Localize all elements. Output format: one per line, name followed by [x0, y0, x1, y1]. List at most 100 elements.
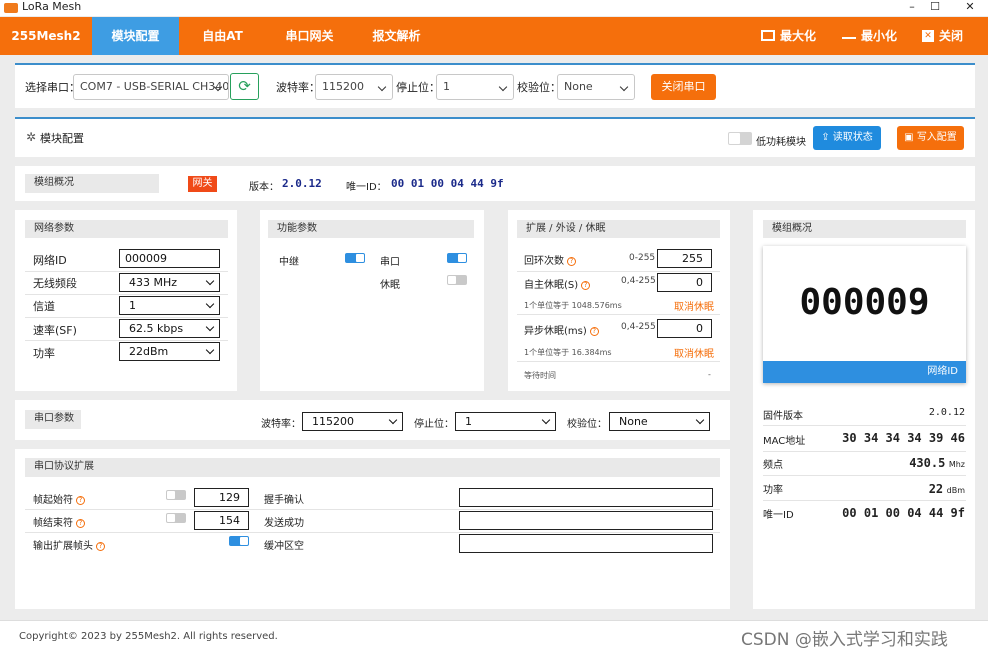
overview-strip: 模组概况 网关 版本： 2.0.12 唯一ID： 00 01 00 04 44 …	[15, 166, 975, 201]
network-id-big: 000009	[799, 282, 930, 323]
freq-unit: Mhz	[948, 460, 965, 469]
help-icon: ?	[581, 280, 591, 290]
band-select[interactable]: 433 MHz	[119, 273, 220, 292]
uart-stop-select[interactable]: 1	[455, 412, 556, 431]
frame-start-label: 帧起始符?	[33, 491, 85, 506]
uid-side-value: 00 01 00 04 44 9f	[842, 506, 965, 520]
auto-sleep-input[interactable]: 0	[657, 273, 712, 292]
help-icon: ?	[96, 541, 105, 551]
close-label: 关闭	[939, 29, 964, 43]
send-success-label: 发送成功	[264, 518, 304, 529]
function-panel: 功能参数 中继 串口 休眠	[260, 210, 484, 391]
firmware-label: 固件版本	[763, 411, 803, 422]
stop-label: 停止位：	[396, 81, 440, 94]
tab-module-config[interactable]: 模块配置	[92, 17, 179, 55]
help-icon: ?	[589, 326, 599, 336]
frame-start-toggle[interactable]	[166, 490, 186, 500]
close-port-button[interactable]: 关闭串口	[651, 74, 716, 100]
loop-range: 0-255	[629, 253, 656, 263]
uid-side-label: 唯一ID	[763, 510, 794, 521]
cancel-sleep-link-1[interactable]: 取消休眠	[674, 298, 714, 313]
mac-label: MAC地址	[763, 436, 806, 447]
uart-parity-select[interactable]: None	[609, 412, 710, 431]
auto-sleep-label: 自主休眠(S)?	[524, 276, 591, 291]
rate-select[interactable]: 62.5 kbps	[119, 319, 220, 338]
close-button[interactable]: ✕ 关闭	[922, 17, 963, 55]
version-label: 版本：	[249, 182, 279, 193]
buffer-empty-input[interactable]	[459, 534, 713, 553]
minimize-button[interactable]: 最小化	[842, 17, 897, 55]
frame-start-input[interactable]: 129	[194, 488, 249, 507]
read-status-button[interactable]: ⇪ 读取状态	[813, 126, 881, 150]
buffer-empty-label: 缓冲区空	[264, 541, 304, 552]
sleep-label: 休眠	[380, 280, 400, 291]
protocol-panel: 串口协议扩展 帧起始符? 129 握手确认 帧结束符? 154 发送成功 输出扩…	[15, 449, 730, 609]
stop-select[interactable]: 1	[436, 74, 514, 100]
cancel-sleep-link-2[interactable]: 取消休眠	[674, 345, 714, 360]
firmware-value: 2.0.12	[928, 407, 965, 418]
uart-title: 串口参数	[25, 410, 81, 429]
protocol-title: 串口协议扩展	[25, 458, 720, 477]
power-value-group: 22 dBm	[929, 482, 965, 496]
freq-label: 频点	[763, 460, 783, 471]
band-label: 无线频段	[33, 277, 77, 290]
network-id-label: 网络ID	[33, 254, 67, 267]
output-header-toggle[interactable]	[229, 536, 249, 546]
async-sleep-input[interactable]: 0	[657, 319, 712, 338]
uart-panel: 串口参数 波特率： 115200 停止位： 1 校验位： None	[15, 400, 730, 440]
write-config-button[interactable]: ▣ 写入配置	[897, 126, 964, 150]
side-overview-panel: 模组概况 000009 网络ID 固件版本 2.0.12 MAC地址 30 34…	[753, 210, 975, 609]
parity-select[interactable]: None	[557, 74, 635, 100]
network-id-caption: 网络ID	[763, 361, 966, 383]
frame-end-input[interactable]: 154	[194, 511, 249, 530]
frame-end-toggle[interactable]	[166, 513, 186, 523]
mac-value: 30 34 34 34 39 46	[842, 431, 965, 445]
config-header: ✲ 模块配置 低功耗模块 ⇪ 读取状态 ▣ 写入配置	[15, 117, 975, 157]
wait-time-value: -	[708, 370, 711, 379]
loop-label: 回环次数?	[524, 252, 576, 267]
refresh-icon[interactable]: ⟳	[230, 73, 259, 100]
relay-toggle[interactable]	[345, 253, 365, 263]
window-close-button[interactable]: ✕	[955, 0, 985, 14]
gear-icon: ✲	[26, 130, 37, 144]
port-select[interactable]: COM7 - USB-SERIAL CH340	[73, 74, 229, 100]
baud-label: 波特率：	[276, 81, 320, 94]
output-header-label: 输出扩展帧头?	[33, 537, 105, 552]
wait-time-label: 等待时间	[524, 371, 556, 380]
tab-packet-parse[interactable]: 报文解析	[353, 17, 440, 55]
save-icon: ▣	[904, 132, 917, 143]
rate-label: 速率(SF)	[33, 324, 77, 337]
loop-input[interactable]: 255	[657, 249, 712, 268]
serial-bar: 选择串口： COM7 - USB-SERIAL CH340 ⟳ 波特率： 115…	[15, 63, 975, 108]
brand: 255Mesh2	[11, 29, 81, 43]
baud-select[interactable]: 115200	[315, 74, 393, 100]
send-success-input[interactable]	[459, 511, 713, 530]
network-id-input[interactable]: 000009	[119, 249, 220, 268]
async-sleep-range: 0,4-255	[621, 322, 656, 332]
overview-title: 模组概况	[25, 174, 159, 193]
uart-baud-select[interactable]: 115200	[302, 412, 403, 431]
help-icon: ?	[567, 256, 576, 266]
network-id-display: 000009 网络ID	[763, 246, 966, 383]
serial-toggle[interactable]	[447, 253, 467, 263]
network-title: 网络参数	[25, 220, 228, 238]
tab-serial-gateway[interactable]: 串口网关	[266, 17, 353, 55]
minimize-label: 最小化	[861, 29, 898, 43]
uart-stop-label: 停止位：	[414, 419, 454, 430]
extension-panel: 扩展 / 外设 / 休眠 回环次数? 0-255 255 自主休眠(S)? 0,…	[508, 210, 730, 391]
low-power-toggle[interactable]	[728, 132, 752, 145]
channel-select[interactable]: 1	[119, 296, 220, 315]
power-side-value: 22	[928, 482, 944, 496]
write-config-label: 写入配置	[916, 132, 957, 143]
uid-label: 唯一ID：	[346, 182, 387, 193]
sleep-toggle[interactable]	[447, 275, 467, 285]
relay-label: 中继	[279, 257, 299, 268]
tab-free-at[interactable]: 自由AT	[179, 17, 266, 55]
copyright: Copyright© 2023 by 255Mesh2. All rights …	[19, 631, 278, 642]
maximize-button[interactable]: 最大化	[761, 17, 816, 55]
window-maximize-button[interactable]: ☐	[920, 0, 950, 14]
handshake-input[interactable]	[459, 488, 713, 507]
power-select[interactable]: 22dBm	[119, 342, 220, 361]
auto-sleep-note: 1个单位等于 1048.576ms	[524, 301, 622, 310]
auto-sleep-range: 0,4-255	[621, 276, 656, 286]
